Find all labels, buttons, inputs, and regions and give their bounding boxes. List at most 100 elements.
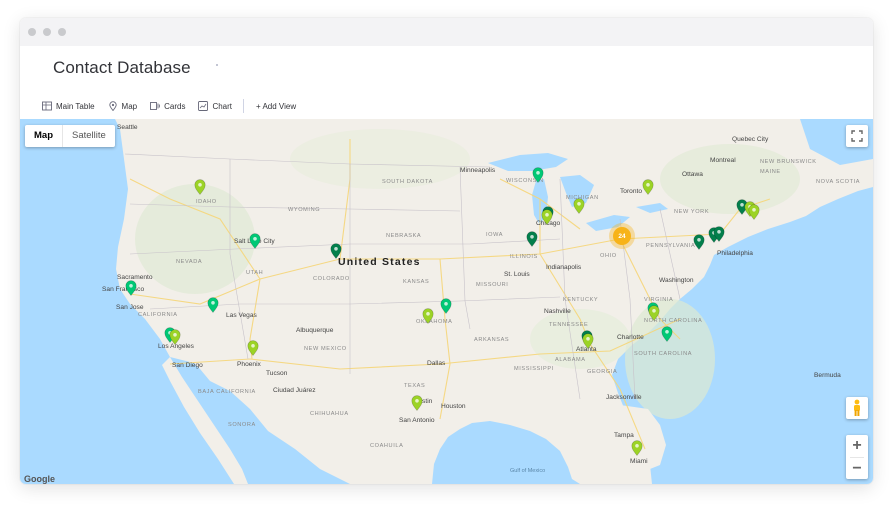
map-marker-pin-icon[interactable] — [642, 179, 654, 195]
map-type-satellite-button[interactable]: Satellite — [63, 125, 115, 147]
state-label: IDAHO — [196, 199, 217, 205]
table-icon — [42, 101, 52, 111]
map-marker-pin-icon[interactable] — [194, 179, 206, 195]
map-pin-icon — [108, 101, 117, 111]
state-label: ILLINOIS — [510, 254, 538, 260]
window-titlebar — [20, 18, 873, 46]
map-marker-pin-icon[interactable] — [422, 308, 434, 324]
city-label: San Francisco — [102, 286, 145, 293]
window-dot-maximize[interactable] — [58, 28, 66, 36]
water-label: Gulf of Mexico — [510, 468, 546, 474]
map-marker-pin-icon[interactable] — [249, 233, 261, 249]
state-label: IOWA — [486, 232, 504, 238]
state-label: BAJA CALIFORNIA — [198, 389, 256, 395]
map-marker-pin-icon[interactable] — [648, 305, 660, 321]
chart-icon — [198, 101, 209, 111]
country-label: United States — [338, 256, 421, 268]
city-label: Philadelphia — [717, 250, 753, 257]
add-view-label: + Add View — [256, 101, 297, 111]
city-label: Quebec City — [732, 136, 769, 143]
map-marker-pin-icon[interactable] — [247, 340, 259, 356]
state-label: MISSISSIPPI — [514, 366, 554, 372]
map-marker-pin-icon[interactable] — [631, 440, 643, 456]
state-label: OHIO — [600, 253, 617, 259]
map-marker-pin-icon[interactable] — [748, 204, 760, 220]
state-label: NEVADA — [176, 259, 203, 265]
city-label: Miami — [630, 458, 648, 465]
map-marker-pin-icon[interactable] — [207, 297, 219, 313]
state-label: COLORADO — [313, 276, 350, 282]
state-label: TENNESSEE — [549, 322, 589, 328]
pegman-icon — [854, 399, 860, 416]
city-label: Tucson — [266, 370, 288, 377]
window-dot-close[interactable] — [28, 28, 36, 36]
cards-icon — [150, 102, 161, 110]
state-label: CHIHUAHUA — [310, 411, 349, 417]
map-marker-pin-icon[interactable] — [713, 226, 725, 242]
zoom-in-button[interactable]: + — [846, 435, 868, 457]
state-label: ARKANSAS — [474, 337, 510, 343]
map-marker-pin-icon[interactable] — [661, 326, 673, 342]
state-label: NOVA SCOTIA — [816, 179, 861, 185]
tab-cards[interactable]: Cards — [150, 101, 185, 111]
state-label: NEW BRUNSWICK — [760, 159, 817, 165]
state-label: PENNSYLVANIA — [646, 243, 696, 249]
add-view-button[interactable]: + Add View — [256, 102, 296, 111]
state-label: NEBRASKA — [386, 233, 422, 239]
map-marker-pin-icon[interactable] — [573, 198, 585, 214]
city-label: Seattle — [117, 124, 138, 131]
tab-label: Map — [121, 101, 138, 111]
tab-label: Main Table — [56, 101, 95, 111]
state-label: MAINE — [760, 169, 781, 175]
city-label: San Jose — [116, 304, 144, 311]
city-label: Tampa — [614, 432, 634, 439]
city-label: Indianapolis — [546, 264, 582, 271]
city-label: Montreal — [710, 157, 736, 164]
state-label: SOUTH DAKOTA — [382, 179, 433, 185]
city-label: Ottawa — [682, 171, 703, 178]
city-label: Albuquerque — [296, 327, 334, 334]
tab-label: Cards — [164, 101, 186, 111]
city-label: Dallas — [427, 360, 446, 367]
map-marker-pin-icon[interactable] — [411, 395, 423, 411]
state-label: SONORA — [228, 422, 256, 428]
state-label: SOUTH CAROLINA — [634, 351, 693, 357]
city-label: Nashville — [544, 308, 571, 315]
state-label: TEXAS — [404, 383, 426, 389]
city-label: Ciudad Juárez — [273, 387, 316, 394]
map-marker-pin-icon[interactable] — [330, 243, 342, 259]
city-label: Charlotte — [617, 334, 644, 341]
state-label: COAHUILA — [370, 443, 404, 449]
map-marker-pin-icon[interactable] — [532, 167, 544, 183]
city-label: Minneapolis — [460, 167, 496, 174]
state-label: GEORGIA — [587, 369, 618, 375]
state-label: MISSOURI — [476, 282, 509, 288]
map-marker-pin-icon[interactable] — [526, 231, 538, 247]
map-marker-pin-icon[interactable] — [169, 329, 181, 345]
tab-main-table[interactable]: Main Table — [42, 101, 95, 111]
marker-cluster[interactable]: 24 — [613, 227, 631, 245]
tab-map[interactable]: Map — [108, 101, 138, 111]
map-marker-pin-icon[interactable] — [582, 333, 594, 349]
map-marker-pin-icon[interactable] — [440, 298, 452, 314]
street-view-button[interactable] — [846, 397, 868, 419]
map-marker-pin-icon[interactable] — [125, 280, 137, 296]
window-dot-minimize[interactable] — [43, 28, 51, 36]
map-view[interactable]: Seattle Sacramento San Francisco San Jos… — [20, 119, 873, 484]
city-label: Bermuda — [814, 372, 841, 379]
map-type-map-button[interactable]: Map — [25, 125, 63, 147]
app-window: Contact Database Main Table Map Cards Ch… — [20, 18, 873, 484]
tab-chart[interactable]: Chart — [198, 101, 232, 111]
city-label: Jacksonville — [606, 394, 642, 401]
city-label: San Antonio — [399, 417, 435, 424]
city-label: San Diego — [172, 362, 203, 369]
map-marker-pin-icon[interactable] — [693, 234, 705, 250]
title-mark — [216, 64, 218, 66]
tabs-divider — [243, 99, 245, 113]
state-label: KANSAS — [403, 279, 430, 285]
board-title[interactable]: Contact Database — [53, 58, 191, 78]
zoom-out-button[interactable]: − — [846, 458, 868, 480]
fullscreen-button[interactable] — [846, 125, 868, 147]
state-label: WYOMING — [288, 207, 321, 213]
map-marker-pin-icon[interactable] — [541, 209, 553, 225]
